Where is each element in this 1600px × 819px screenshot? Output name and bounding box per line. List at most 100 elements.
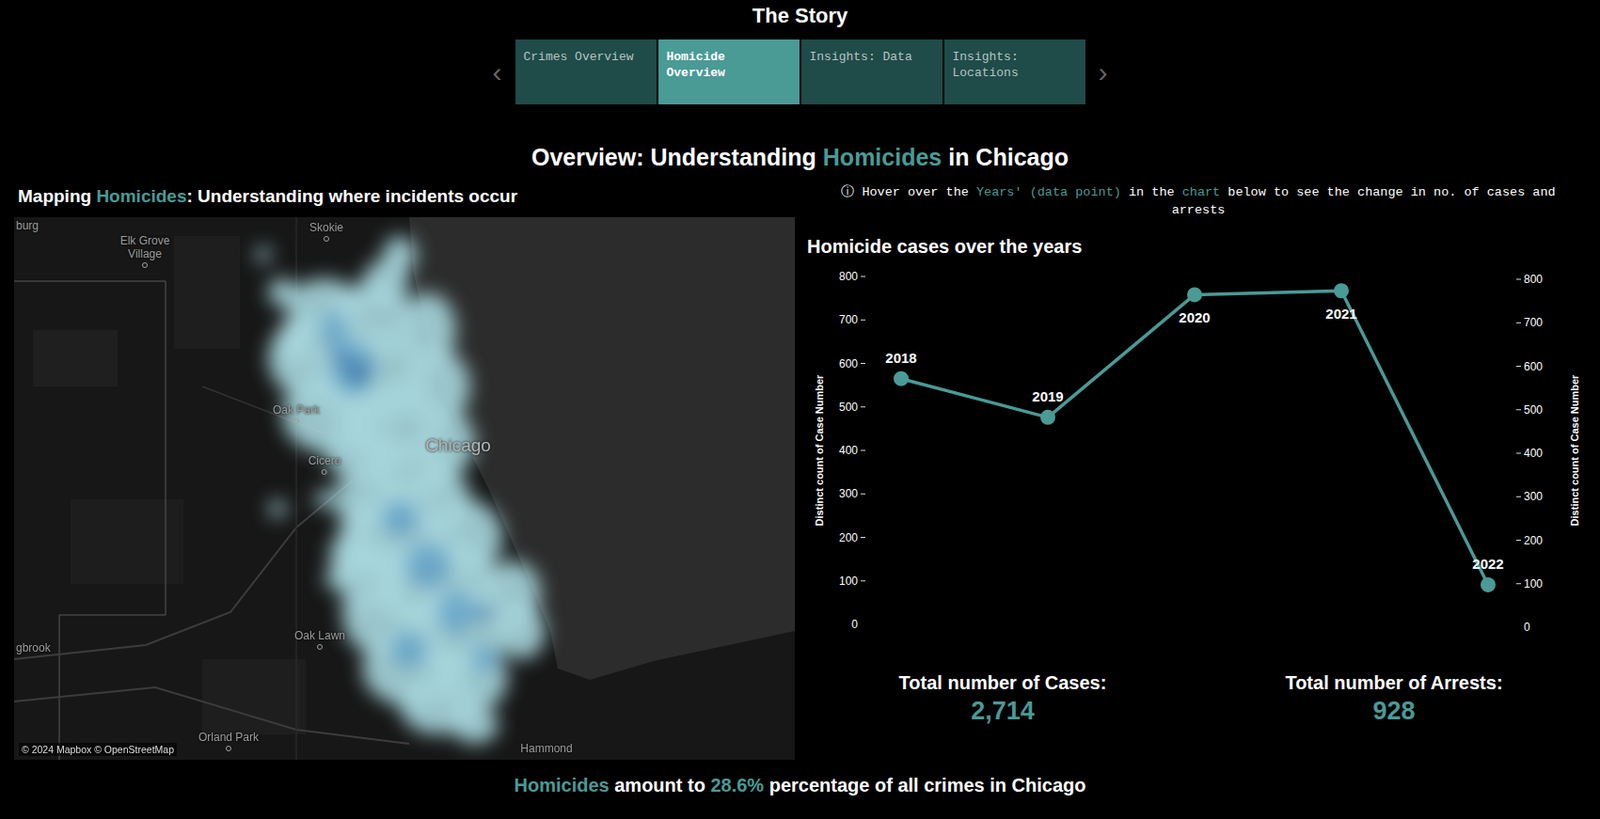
y-tick: 200 200 [839, 531, 1543, 548]
svg-text:500: 500 [839, 400, 858, 414]
text: Mapping [17, 186, 96, 206]
svg-text:200: 200 [839, 531, 858, 545]
heat-spot [470, 645, 499, 674]
homicide-map[interactable]: burg Elk Grove Village Skokie Oak Park Chica… [14, 217, 795, 761]
land [14, 217, 795, 761]
text: percentage of all crimes in Chicago [763, 775, 1086, 796]
place-name: Oak Lawn [294, 629, 346, 643]
land-patch [202, 659, 306, 735]
heat-spot [346, 359, 369, 386]
map-attribution[interactable]: © 2024 Mapbox © OpenStreetMap [18, 743, 177, 757]
heat-spot [277, 316, 316, 364]
kpi-value: 2,714 [970, 695, 1035, 728]
place-name: Oak Park [272, 403, 320, 417]
y-tick: 800 800 [839, 269, 1543, 286]
heat-spot [319, 311, 349, 349]
chart-panel: ⓘ Hover over the Years' (data point) in … [807, 185, 1590, 761]
place-name: Cicero [308, 454, 342, 468]
heat-spot [255, 247, 271, 263]
heat-spot [380, 499, 419, 538]
text: below to see the change in no. of cases … [1172, 185, 1556, 218]
svg-text:800: 800 [839, 269, 858, 284]
heat-spot [437, 588, 476, 636]
place-label: Cicero [308, 454, 342, 476]
text: ⓘ Hover over the [840, 185, 977, 200]
svg-text:400: 400 [1523, 446, 1543, 460]
story-title: The Story [0, 2, 1600, 30]
homicide-line-chart[interactable]: 8008007007006006005005004004003003002002… [807, 262, 1590, 639]
y-tick: 500 500 [839, 400, 1543, 417]
story-page: The Story ‹Crimes OverviewHomicide Overvi… [0, 0, 1600, 819]
accent-text: Homicides [823, 143, 942, 171]
text: Overview: Understanding [531, 143, 824, 171]
y-axis-title-right: Distinct count of Case Number [1568, 374, 1581, 526]
place-label: burg [15, 219, 39, 233]
story-navigator: ‹Crimes OverviewHomicide OverviewInsight… [0, 39, 1600, 105]
accent-text: Homicides [514, 775, 610, 796]
place-name: Skokie [309, 221, 344, 235]
place-dot-icon [293, 418, 300, 425]
place-name: Elk Grove Village [110, 234, 179, 261]
place-label: Orland Park [198, 730, 259, 752]
y-tick: 00 [851, 617, 1531, 634]
map-title: Mapping Homicides: Understanding where i… [14, 185, 795, 208]
heatmap [255, 236, 546, 745]
accent-text: chart [1182, 185, 1221, 200]
dashboard-body: Mapping Homicides: Understanding where i… [0, 185, 1600, 761]
y-tick: 300 300 [839, 487, 1543, 504]
svg-text:300: 300 [1523, 490, 1543, 504]
place-name: gbrook [15, 641, 51, 655]
svg-text:800: 800 [1523, 272, 1543, 286]
svg-text:600: 600 [839, 357, 858, 371]
kpi-label: Total number of Cases: [899, 670, 1108, 696]
svg-text:300: 300 [839, 487, 858, 501]
accent-text: 28.6% [710, 775, 764, 796]
land-patch [70, 499, 184, 585]
kpi-label: Total number of Arrests: [1284, 670, 1503, 696]
svg-text:200: 200 [1523, 534, 1543, 548]
story-tab[interactable]: Insights: Locations [944, 39, 1086, 105]
y-tick: 100100 [839, 574, 1543, 591]
svg-text:0: 0 [851, 617, 858, 632]
data-point[interactable]: 2020 [1178, 286, 1210, 326]
place-label: Hammond [520, 742, 572, 756]
story-tab[interactable]: Insights: Data [801, 39, 943, 105]
year-label: 2022 [1472, 555, 1504, 572]
place-label: Oak Park [272, 403, 320, 425]
story-tab[interactable]: Crimes Overview [515, 39, 657, 105]
svg-text:500: 500 [1523, 403, 1543, 417]
place-label: Chicago [425, 435, 492, 457]
place-label: Oak Lawn [294, 629, 346, 650]
story-tab[interactable]: Homicide Overview [658, 39, 800, 105]
year-label: 2019 [1031, 388, 1063, 405]
place-label: Skokie [309, 221, 344, 242]
heat-spot [268, 278, 297, 307]
place-dot-icon [225, 745, 232, 752]
text: : Understanding where incidents occur [186, 186, 518, 206]
heat-spot [451, 706, 499, 745]
svg-text:700: 700 [839, 313, 858, 327]
map-canvas[interactable] [14, 217, 795, 761]
text: amount to [609, 775, 712, 796]
hover-hint: ⓘ Hover over the Years' (data point) in … [822, 183, 1575, 220]
data-point[interactable]: 2019 [1031, 388, 1063, 426]
data-point[interactable]: 2022 [1472, 555, 1504, 593]
kpi-row: Total number of Cases:2,714 Total number … [807, 670, 1590, 728]
text: in Chicago [941, 143, 1069, 171]
next-arrow-icon[interactable]: › [1087, 56, 1120, 89]
svg-text:400: 400 [839, 443, 858, 458]
svg-text:0: 0 [1523, 620, 1531, 634]
place-dot-icon [321, 469, 328, 476]
land-patch [32, 330, 118, 387]
land-patch [174, 236, 240, 349]
data-point[interactable]: 2018 [885, 349, 917, 387]
lake-michigan [409, 217, 795, 681]
dashboard-title: Overview: Understanding Homicides in Chi… [0, 142, 1600, 173]
chart-title: Homicide cases over the years [807, 234, 1590, 259]
series-line [901, 290, 1489, 586]
prev-arrow-icon[interactable]: ‹ [481, 56, 514, 89]
svg-text:100: 100 [1523, 577, 1543, 591]
year-label: 2018 [885, 349, 917, 366]
heat-spot [390, 631, 428, 669]
data-point[interactable]: 2021 [1325, 283, 1357, 322]
